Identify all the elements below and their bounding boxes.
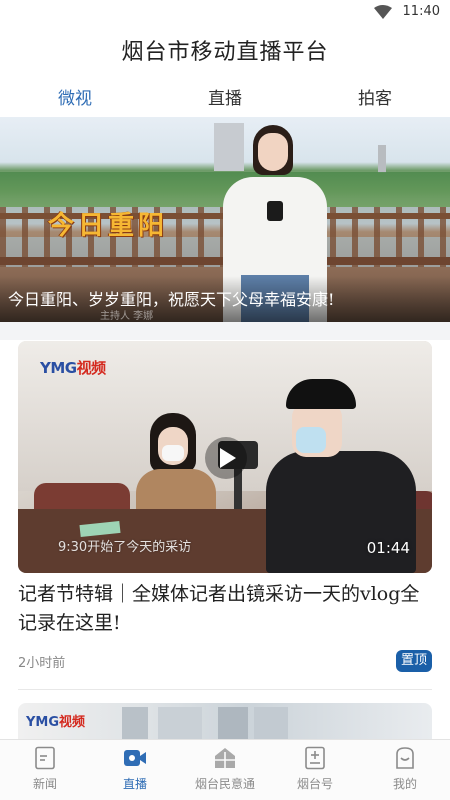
- tab-weishi[interactable]: 微视: [30, 84, 120, 109]
- article-title[interactable]: 记者节特辑｜全媒体记者出镜采访一天的vlog全记录在这里!: [18, 580, 432, 638]
- banner-calligraphy: 今日重阳: [48, 211, 169, 241]
- public-opinion-icon: [215, 748, 235, 768]
- nav-public-opinion-label: 烟台民意通: [194, 777, 255, 791]
- nav-profile[interactable]: 我的: [360, 746, 450, 798]
- card-divider: [18, 689, 432, 690]
- nav-public-opinion[interactable]: 烟台民意通: [180, 746, 270, 798]
- nav-yantai-account[interactable]: 烟台号: [270, 746, 360, 798]
- play-icon[interactable]: [205, 437, 247, 479]
- nav-profile-label: 我的: [392, 777, 417, 791]
- yantai-account-icon: [305, 746, 325, 770]
- publish-time: 2小时前: [18, 656, 66, 671]
- featured-banner[interactable]: 今日重阳 主持人 李娜 今日重阳、岁岁重阳，祝愿天下父母幸福安康!: [0, 117, 450, 322]
- banner-caption: 今日重阳、岁岁重阳，祝愿天下父母幸福安康!: [8, 290, 335, 309]
- status-bar: 11:40: [0, 0, 450, 24]
- ymg-video-logo: YMG视频: [40, 359, 106, 377]
- nav-live[interactable]: 直播: [90, 746, 180, 798]
- pinned-badge: 置顶: [395, 650, 432, 672]
- page-title: 烟台市移动直播平台: [121, 40, 329, 65]
- status-time: 11:40: [402, 4, 440, 19]
- tab-paike[interactable]: 拍客: [330, 84, 420, 109]
- nav-yantai-account-label: 烟台号: [296, 777, 333, 791]
- video-thumbnail[interactable]: YMG视频 9:30开始了今天的采访 01:44: [18, 341, 432, 573]
- section-divider: [0, 322, 450, 340]
- video-subtitle: 9:30开始了今天的采访: [58, 540, 192, 555]
- bottom-navigation: 新闻 直播 烟台民意通 烟台号 我的: [0, 739, 450, 800]
- news-icon: [35, 746, 55, 770]
- ymg-video-logo: YMG视频: [26, 715, 86, 730]
- nav-live-label: 直播: [122, 777, 147, 791]
- tab-live[interactable]: 直播: [180, 84, 270, 109]
- nav-news[interactable]: 新闻: [0, 746, 90, 798]
- top-tabs: 微视 直播 拍客: [0, 84, 450, 114]
- wifi-icon: [374, 5, 392, 19]
- profile-icon: [396, 747, 414, 769]
- microphone-icon: [267, 201, 283, 221]
- live-video-icon: [124, 750, 146, 766]
- nav-news-label: 新闻: [32, 777, 57, 791]
- banner-tower: [378, 145, 386, 173]
- video-duration: 01:44: [366, 539, 410, 557]
